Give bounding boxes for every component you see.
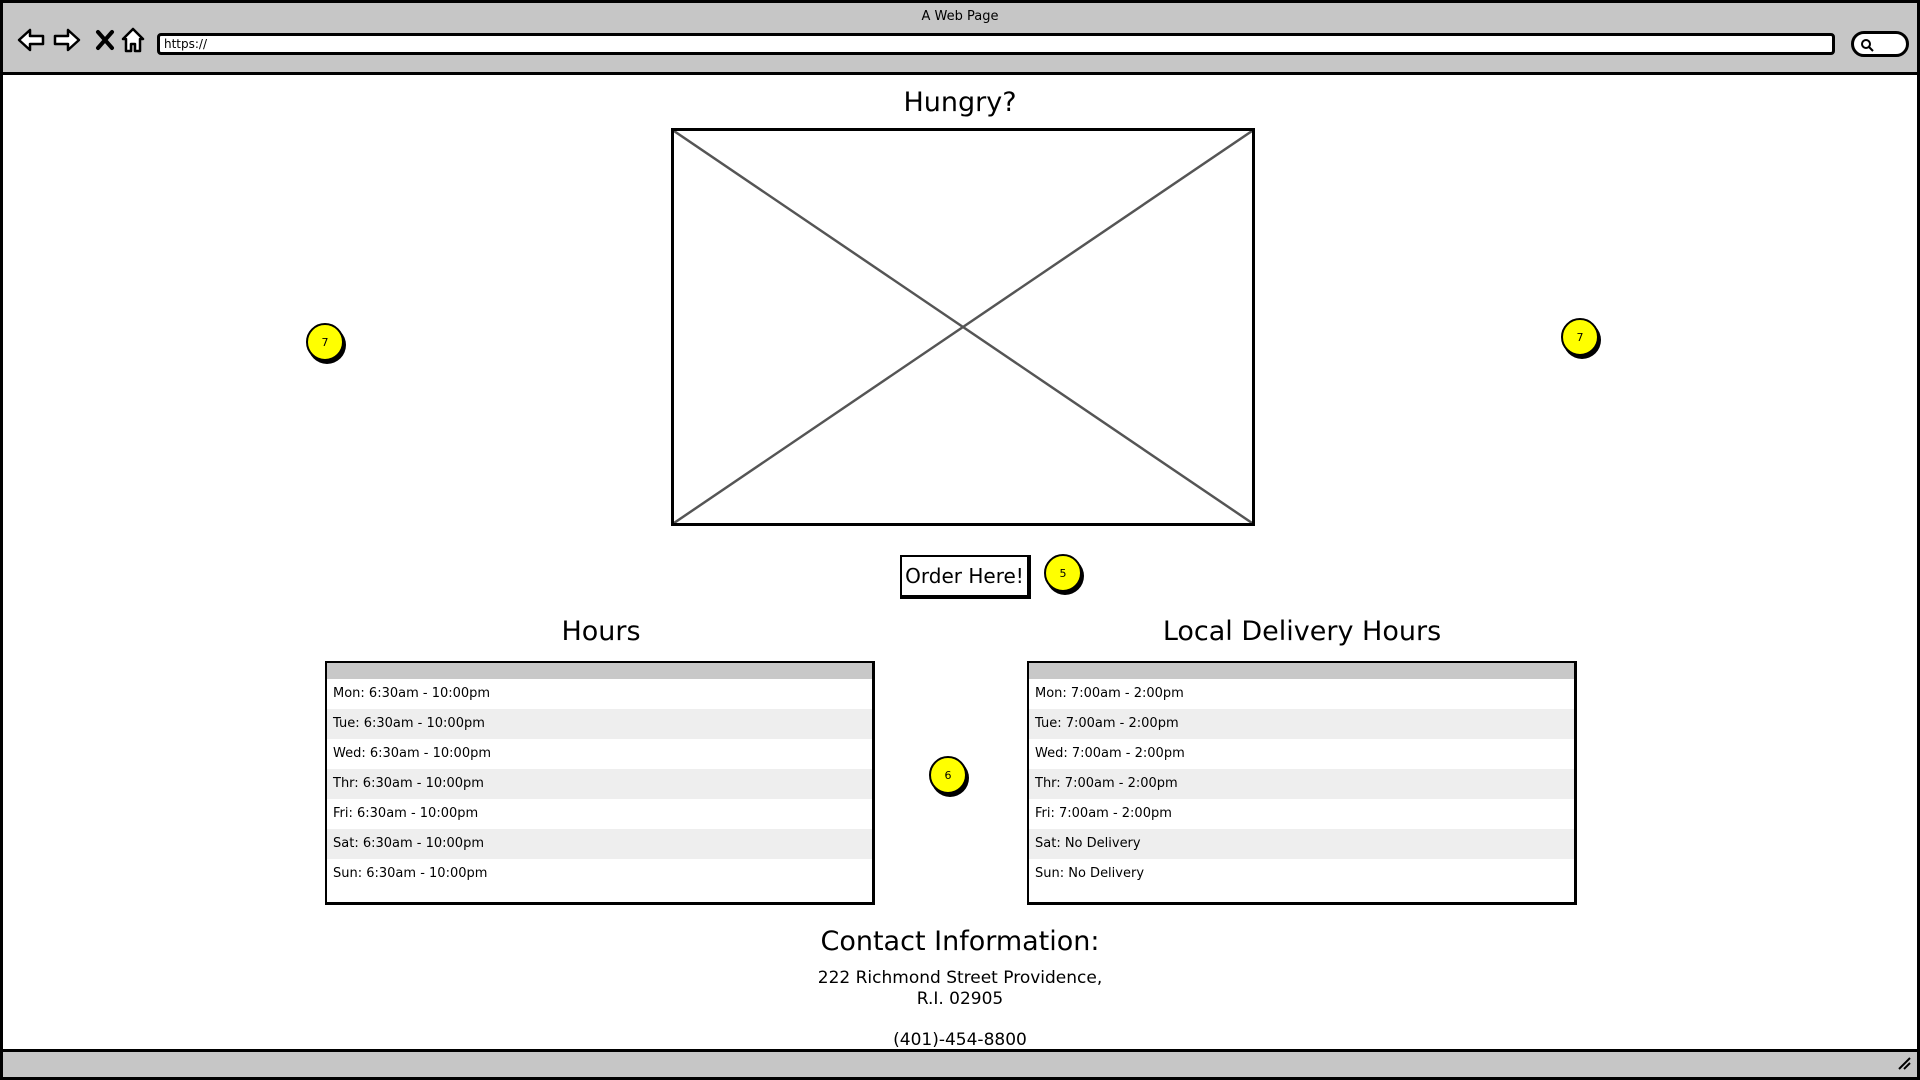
annotation-marker-tables: 6 [929, 756, 967, 794]
table-header [1029, 663, 1574, 679]
order-button[interactable]: Order Here! [900, 555, 1031, 599]
image-placeholder [671, 128, 1255, 526]
table-row: Sat: 6:30am - 10:00pm [327, 829, 872, 859]
page-headline: Hungry? [903, 87, 1017, 118]
table-row: Sun: 6:30am - 10:00pm [327, 859, 872, 889]
forward-arrow-icon[interactable] [53, 25, 81, 55]
address-bar[interactable]: https:// [157, 33, 1835, 55]
table-row: Fri: 6:30am - 10:00pm [327, 799, 872, 829]
table-row: Sun: No Delivery [1029, 859, 1574, 889]
table-row: Thr: 6:30am - 10:00pm [327, 769, 872, 799]
delivery-title: Local Delivery Hours [1162, 616, 1442, 647]
search-icon [1861, 39, 1874, 52]
hours-table: Mon: 6:30am - 10:00pm Tue: 6:30am - 10:0… [325, 661, 875, 905]
table-row: Wed: 6:30am - 10:00pm [327, 739, 872, 769]
contact-title: Contact Information: [820, 926, 1100, 957]
annotation-marker-left: 7 [306, 323, 344, 361]
search-button[interactable] [1851, 31, 1909, 57]
table-row: Fri: 7:00am - 2:00pm [1029, 799, 1574, 829]
home-icon[interactable] [119, 25, 147, 55]
contact-address-line2: R.I. 02905 [916, 989, 1004, 1009]
contact-phone: (401)-454-8800 [893, 1030, 1027, 1050]
window-title: A Web Page [921, 9, 999, 24]
hours-title: Hours [561, 616, 641, 647]
annotation-marker-right: 7 [1561, 318, 1599, 356]
contact-address-line1: 222 Richmond Street Providence, [817, 968, 1103, 988]
table-row: Wed: 7:00am - 2:00pm [1029, 739, 1574, 769]
table-row: Tue: 7:00am - 2:00pm [1029, 709, 1574, 739]
browser-window: A Web Page https:// Hungry? Order Here! … [0, 0, 1920, 1080]
table-header [327, 663, 872, 679]
back-arrow-icon[interactable] [17, 25, 45, 55]
table-row: Mon: 6:30am - 10:00pm [327, 679, 872, 709]
table-row: Tue: 6:30am - 10:00pm [327, 709, 872, 739]
browser-toolbar: A Web Page https:// [3, 3, 1917, 75]
resize-grip-icon[interactable] [1895, 1054, 1911, 1074]
close-x-icon[interactable] [91, 25, 119, 55]
delivery-table: Mon: 7:00am - 2:00pm Tue: 7:00am - 2:00p… [1027, 661, 1577, 905]
table-row: Sat: No Delivery [1029, 829, 1574, 859]
status-bar [3, 1049, 1917, 1077]
table-row: Thr: 7:00am - 2:00pm [1029, 769, 1574, 799]
table-row: Mon: 7:00am - 2:00pm [1029, 679, 1574, 709]
annotation-marker-order: 5 [1044, 554, 1082, 592]
